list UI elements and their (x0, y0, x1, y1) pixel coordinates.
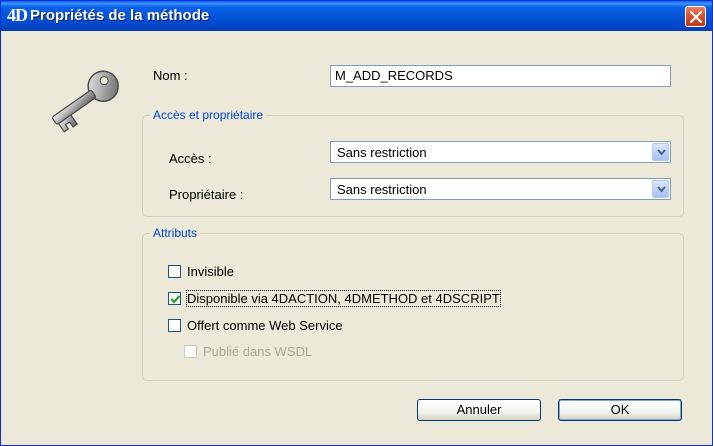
window-title: Propriétés de la méthode (30, 7, 210, 24)
web-service-checkbox[interactable] (168, 319, 181, 332)
name-label: Nom : (153, 68, 188, 83)
chevron-down-icon (657, 186, 666, 193)
web-service-label[interactable]: Offert comme Web Service (187, 318, 343, 333)
access-select-value: Sans restriction (337, 145, 427, 160)
name-field[interactable]: M_ADD_RECORDS (330, 65, 671, 87)
key-icon (51, 70, 119, 133)
access-owner-group-title: Accès et propriétaire (150, 108, 267, 122)
checkmark-icon (170, 295, 181, 304)
invisible-checkbox[interactable] (168, 265, 181, 278)
chevron-down-icon (657, 149, 666, 156)
app-logo: 4D (7, 5, 28, 25)
cancel-button[interactable]: Annuler (417, 399, 541, 421)
published-wsdl-label: Publié dans WSDL (203, 344, 313, 359)
method-properties-dialog: 4D Propriétés de la méthode Nom : M_ADD_… (0, 0, 713, 446)
attributes-group-title: Attributs (150, 226, 201, 240)
access-dropdown-button[interactable] (652, 143, 669, 161)
access-select[interactable]: Sans restriction (330, 141, 671, 163)
owner-select-value: Sans restriction (337, 182, 427, 197)
owner-dropdown-button[interactable] (652, 180, 669, 198)
available-4daction-checkbox[interactable] (168, 292, 181, 305)
published-wsdl-checkbox (184, 345, 197, 358)
invisible-label[interactable]: Invisible (187, 264, 234, 279)
owner-label: Propriétaire : (169, 187, 244, 202)
access-label: Accès : (169, 151, 212, 166)
close-button[interactable] (685, 6, 706, 27)
close-icon (690, 11, 702, 23)
available-4daction-label[interactable]: Disponible via 4DACTION, 4DMETHOD et 4DS… (186, 290, 501, 307)
owner-select[interactable]: Sans restriction (330, 178, 671, 200)
ok-button[interactable]: OK (558, 399, 682, 421)
title-bar[interactable]: 4D Propriétés de la méthode (1, 1, 712, 31)
